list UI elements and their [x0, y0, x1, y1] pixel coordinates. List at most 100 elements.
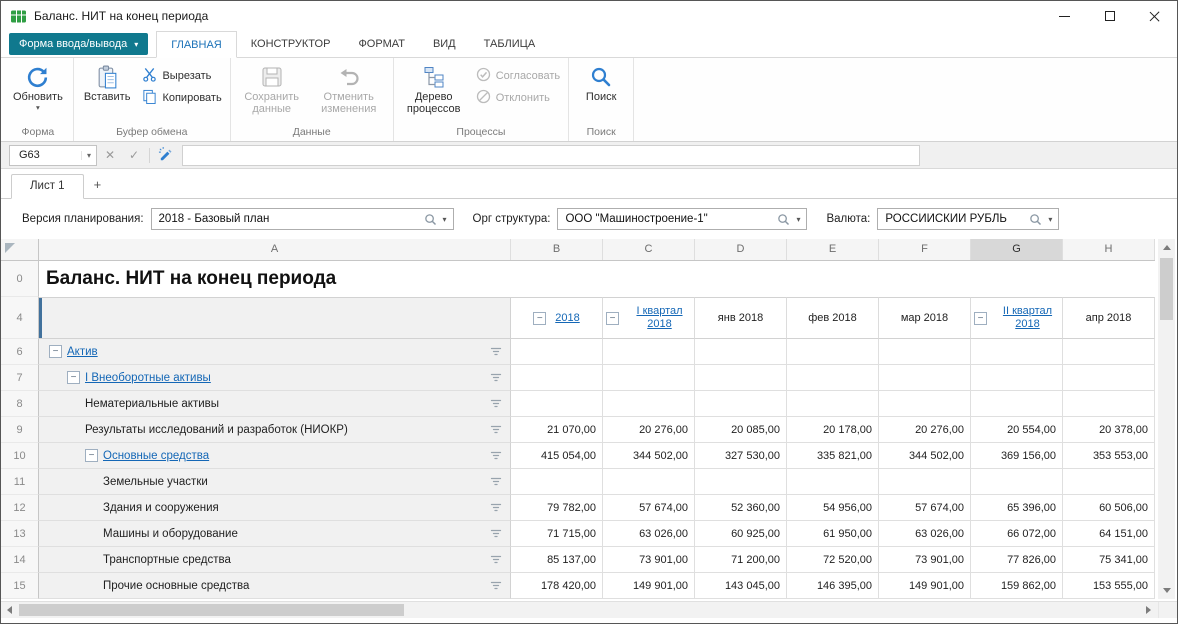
value-cell[interactable]: 72 520,00 [787, 547, 879, 573]
form-io-menu-button[interactable]: Форма ввода/вывода ▾ [9, 33, 148, 55]
filter-icon[interactable] [490, 554, 502, 565]
value-cell[interactable]: 64 151,00 [1063, 521, 1155, 547]
ribbon-tab-таблица[interactable]: ТАБЛИЦА [470, 31, 550, 57]
value-cell[interactable] [695, 469, 787, 495]
value-cell[interactable] [695, 339, 787, 365]
collapse-icon[interactable]: − [67, 371, 80, 384]
value-cell[interactable]: 57 674,00 [879, 495, 971, 521]
value-cell[interactable]: 415 054,00 [511, 443, 603, 469]
value-cell[interactable] [603, 339, 695, 365]
formula-input[interactable] [182, 145, 920, 166]
row-number[interactable]: 15 [1, 573, 39, 599]
chevron-down-icon[interactable]: ▾ [793, 215, 806, 224]
collapse-icon[interactable]: − [85, 449, 98, 462]
scroll-right-button[interactable] [1140, 602, 1157, 618]
filter-icon[interactable] [490, 372, 502, 383]
column-header-cell[interactable]: апр 2018 [1063, 297, 1155, 339]
value-cell[interactable] [879, 469, 971, 495]
row-number[interactable]: 13 [1, 521, 39, 547]
row-label-cell[interactable]: Машины и оборудование [39, 521, 511, 547]
collapse-icon[interactable]: − [533, 312, 546, 325]
chevron-down-icon[interactable]: ▾ [440, 215, 453, 224]
column-header-cell[interactable]: янв 2018 [695, 297, 787, 339]
ribbon-tab-вид[interactable]: ВИД [419, 31, 470, 57]
search-icon[interactable] [421, 213, 440, 226]
filter-icon[interactable] [490, 450, 502, 461]
process-tree-button[interactable]: Дерево процессов [398, 59, 470, 116]
value-cell[interactable]: 73 901,00 [879, 547, 971, 573]
value-cell[interactable]: 75 341,00 [1063, 547, 1155, 573]
column-header-cell[interactable]: −II квартал 2018 [971, 297, 1063, 339]
value-cell[interactable]: 60 925,00 [695, 521, 787, 547]
collapse-icon[interactable]: − [606, 312, 619, 325]
collapse-icon[interactable]: − [49, 345, 62, 358]
column-header-cell[interactable]: фев 2018 [787, 297, 879, 339]
value-cell[interactable] [787, 469, 879, 495]
row-label-cell[interactable]: Результаты исследований и разработок (НИ… [39, 417, 511, 443]
value-cell[interactable] [971, 391, 1063, 417]
header-row-label-cell[interactable] [39, 297, 511, 339]
value-cell[interactable] [695, 391, 787, 417]
value-cell[interactable]: 143 045,00 [695, 573, 787, 599]
chevron-down-icon[interactable]: ▾ [81, 151, 96, 160]
cell-reference-box[interactable]: G63 ▾ [9, 145, 97, 166]
value-cell[interactable]: 20 378,00 [1063, 417, 1155, 443]
value-cell[interactable] [971, 339, 1063, 365]
vertical-scrollbar[interactable] [1158, 239, 1175, 599]
value-cell[interactable]: 77 826,00 [971, 547, 1063, 573]
collapse-icon[interactable]: − [974, 312, 987, 325]
filter-icon[interactable] [490, 398, 502, 409]
maximize-button[interactable] [1087, 1, 1132, 31]
row-number[interactable]: 9 [1, 417, 39, 443]
add-sheet-button[interactable]: + [84, 173, 112, 198]
row-number[interactable]: 11 [1, 469, 39, 495]
value-cell[interactable]: 178 420,00 [511, 573, 603, 599]
row-label-cell[interactable]: Нематериальные активы [39, 391, 511, 417]
value-cell[interactable]: 335 821,00 [787, 443, 879, 469]
column-letter-A[interactable]: A [39, 239, 511, 260]
value-cell[interactable]: 20 276,00 [603, 417, 695, 443]
value-cell[interactable] [603, 469, 695, 495]
column-letter-E[interactable]: E [787, 239, 879, 260]
column-letter-D[interactable]: D [695, 239, 787, 260]
h-scroll-thumb[interactable] [19, 604, 404, 616]
ribbon-tab-формат[interactable]: ФОРМАТ [344, 31, 419, 57]
scroll-down-button[interactable] [1158, 582, 1175, 599]
value-cell[interactable] [511, 365, 603, 391]
cut-button[interactable]: Вырезать [142, 67, 221, 85]
value-cell[interactable] [971, 365, 1063, 391]
value-cell[interactable]: 57 674,00 [603, 495, 695, 521]
search-button[interactable]: Поиск [573, 59, 629, 103]
paste-button[interactable]: Вставить [78, 59, 137, 103]
value-cell[interactable] [787, 391, 879, 417]
value-cell[interactable] [511, 391, 603, 417]
value-cell[interactable] [787, 365, 879, 391]
value-cell[interactable]: 85 137,00 [511, 547, 603, 573]
search-icon[interactable] [774, 213, 793, 226]
value-cell[interactable] [511, 339, 603, 365]
column-letter-G[interactable]: G [971, 239, 1063, 260]
value-cell[interactable]: 369 156,00 [971, 443, 1063, 469]
value-cell[interactable]: 20 178,00 [787, 417, 879, 443]
row-label-cell[interactable]: Прочие основные средства [39, 573, 511, 599]
row-number[interactable]: 12 [1, 495, 39, 521]
close-button[interactable] [1132, 1, 1177, 31]
tab-sheet1[interactable]: Лист 1 [11, 174, 84, 199]
value-cell[interactable] [603, 391, 695, 417]
value-cell[interactable]: 149 901,00 [603, 573, 695, 599]
value-cell[interactable]: 21 070,00 [511, 417, 603, 443]
value-cell[interactable] [879, 339, 971, 365]
horizontal-scrollbar[interactable] [1, 601, 1177, 618]
value-cell[interactable]: 159 862,00 [971, 573, 1063, 599]
value-cell[interactable]: 65 396,00 [971, 495, 1063, 521]
value-cell[interactable] [971, 469, 1063, 495]
copy-button[interactable]: Копировать [142, 89, 221, 107]
column-letter-C[interactable]: C [603, 239, 695, 260]
value-cell[interactable]: 52 360,00 [695, 495, 787, 521]
row-number[interactable]: 7 [1, 365, 39, 391]
value-cell[interactable] [879, 391, 971, 417]
column-header-cell[interactable]: −I квартал 2018 [603, 297, 695, 339]
value-cell[interactable] [1063, 469, 1155, 495]
row-label-cell[interactable]: Транспортные средства [39, 547, 511, 573]
version-combo[interactable]: 2018 - Базовый план ▾ [151, 208, 454, 230]
